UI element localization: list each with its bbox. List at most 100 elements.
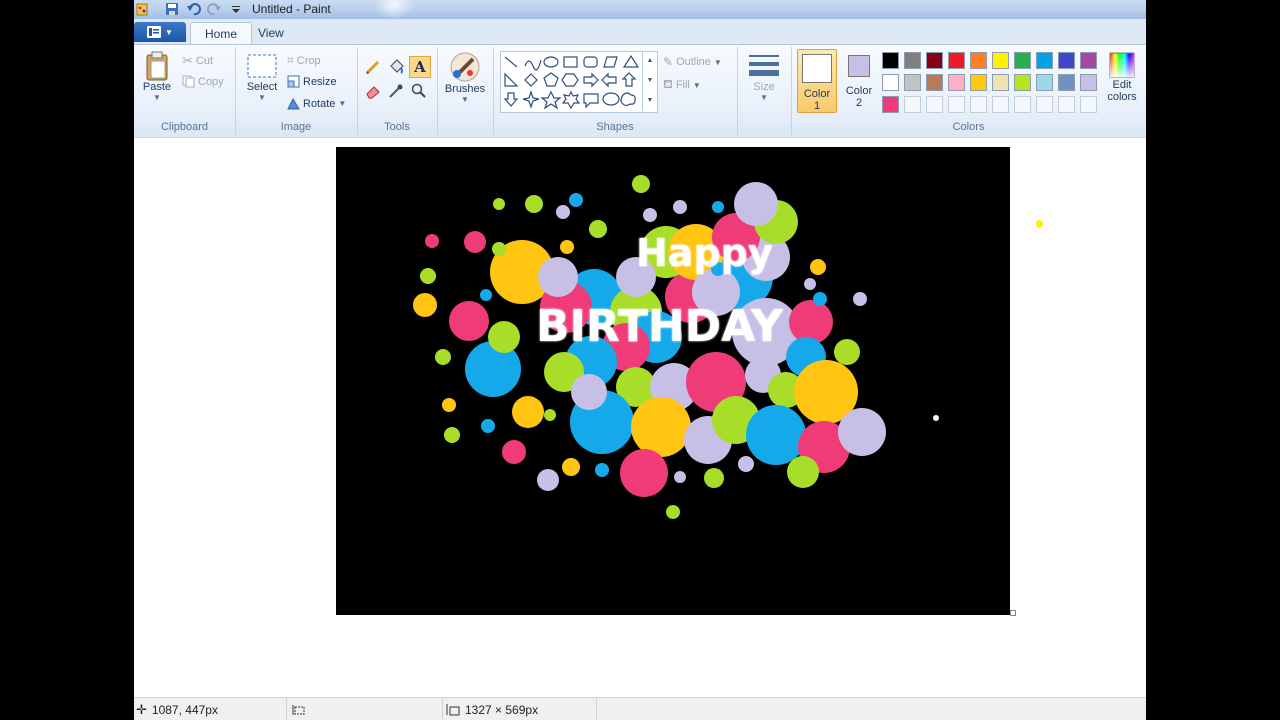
palette-swatch[interactable] [1036, 74, 1053, 91]
edit-colors-button[interactable]: Edit colors [1103, 51, 1141, 103]
confetti-dot [631, 397, 691, 457]
palette-swatch[interactable] [1080, 74, 1097, 91]
magnifier-icon [411, 83, 426, 98]
confetti-dot [933, 415, 939, 421]
clipboard-group-label: Clipboard [160, 121, 209, 133]
paint-window: Untitled - Paint ▼ Home View Paste ▼ ✂ Cu… [134, 0, 1146, 720]
eraser-tool[interactable] [363, 81, 383, 101]
palette-swatch[interactable] [1080, 52, 1097, 69]
palette-swatch[interactable] [882, 96, 899, 113]
palette-swatch[interactable] [926, 74, 943, 91]
rotate-button[interactable]: Rotate ▼ [287, 97, 346, 110]
tab-home[interactable]: Home [190, 22, 253, 44]
resize-button[interactable]: Resize [287, 75, 337, 88]
brush-icon [450, 52, 480, 82]
drawing-canvas[interactable]: Happy BIRTHDAY [336, 147, 1010, 615]
palette-swatch-empty[interactable] [926, 96, 943, 113]
palette-swatch[interactable] [882, 52, 899, 69]
confetti-dot [595, 463, 609, 477]
palette-swatch[interactable] [970, 52, 987, 69]
canvas-area[interactable]: Happy BIRTHDAY [134, 137, 1146, 698]
eraser-icon [366, 86, 380, 99]
confetti-dot [632, 175, 650, 193]
palette-swatch[interactable] [992, 52, 1009, 69]
color-picker-tool[interactable] [386, 81, 406, 101]
palette-swatch-empty[interactable] [948, 96, 965, 113]
title-bar: Untitled - Paint [134, 0, 1146, 20]
palette-swatch-empty[interactable] [1036, 96, 1053, 113]
confetti-dot [674, 471, 686, 483]
shapes-gallery[interactable] [500, 51, 658, 113]
shapes-gallery-scroll[interactable]: ▲ ▼ ▼ [642, 51, 657, 111]
crosshair-icon: ✛ [136, 701, 147, 717]
palette-swatch[interactable] [882, 74, 899, 91]
palette-swatch[interactable] [970, 74, 987, 91]
palette-swatch[interactable] [1036, 52, 1053, 69]
cut-button[interactable]: ✂ Cut [182, 53, 213, 69]
confetti-dot [810, 259, 826, 275]
palette-swatch[interactable] [926, 52, 943, 69]
palette-swatch-empty[interactable] [992, 96, 1009, 113]
confetti-dot [537, 469, 559, 491]
tab-view[interactable]: View [244, 22, 298, 44]
confetti-dot [556, 205, 570, 219]
confetti-dot [435, 349, 451, 365]
copy-button[interactable]: Copy [182, 75, 224, 88]
image-size: 1327 × 569px [440, 698, 597, 720]
size-group: Size ▼ [737, 47, 792, 135]
fill-tool[interactable] [386, 57, 406, 77]
color1-button[interactable]: Color 1 [797, 49, 837, 113]
rotate-icon [287, 97, 300, 110]
palette-swatch[interactable] [1014, 52, 1031, 69]
palette-swatch-empty[interactable] [970, 96, 987, 113]
selection-size-icon [292, 704, 305, 715]
confetti-dot [525, 195, 543, 213]
confetti-dot [738, 456, 754, 472]
paint-menu-button[interactable]: ▼ [134, 22, 186, 42]
image-group-label: Image [280, 121, 312, 133]
palette-swatch[interactable] [1014, 74, 1031, 91]
paste-button[interactable]: Paste ▼ [142, 51, 172, 102]
confetti-dot [512, 396, 544, 428]
paint-app-icon[interactable] [134, 1, 150, 17]
crop-button[interactable]: ⌗ Crop [287, 53, 321, 68]
color2-button[interactable]: Color 2 [843, 55, 875, 109]
status-bar: ✛ 1087, 447px 1327 × 569px [134, 697, 1146, 720]
confetti-dot [643, 208, 657, 222]
select-button[interactable]: Select ▼ [243, 53, 281, 102]
palette-swatch-empty[interactable] [904, 96, 921, 113]
confetti-dot [442, 398, 456, 412]
copy-icon [182, 75, 195, 88]
palette-swatch[interactable] [904, 52, 921, 69]
resize-handle[interactable] [1010, 610, 1016, 616]
size-button[interactable]: Size ▼ [745, 53, 783, 102]
palette-swatch[interactable] [1058, 74, 1075, 91]
select-rectangle-icon [247, 54, 277, 78]
undo-icon[interactable] [186, 1, 202, 17]
palette-swatch-empty[interactable] [1058, 96, 1075, 113]
text-tool[interactable]: A [409, 56, 431, 78]
palette-swatch[interactable] [1058, 52, 1075, 69]
outline-button[interactable]: ✎ Outline ▼ [663, 55, 722, 69]
palette-swatch[interactable] [904, 74, 921, 91]
confetti-dot [560, 240, 574, 254]
magnifier-tool[interactable] [409, 81, 429, 101]
palette-swatch-empty[interactable] [1080, 96, 1097, 113]
palette-swatch[interactable] [948, 74, 965, 91]
brushes-group: Brushes ▼ [437, 47, 494, 135]
birthday-text: BIRTHDAY [536, 301, 783, 352]
redo-icon[interactable] [206, 1, 222, 17]
tools-group-label: Tools [384, 121, 410, 133]
confetti-dot [666, 505, 680, 519]
confetti-dot [562, 458, 580, 476]
confetti-dot [787, 456, 819, 488]
brushes-button[interactable]: Brushes ▼ [443, 51, 487, 104]
palette-swatch[interactable] [992, 74, 1009, 91]
customize-quick-access-icon[interactable] [228, 1, 244, 17]
confetti-dot [734, 182, 778, 226]
palette-swatch[interactable] [948, 52, 965, 69]
fill-button[interactable]: ⛾ Fill ▼ [663, 77, 701, 93]
save-icon[interactable] [164, 1, 180, 17]
palette-swatch-empty[interactable] [1014, 96, 1031, 113]
pencil-tool[interactable] [363, 57, 383, 77]
